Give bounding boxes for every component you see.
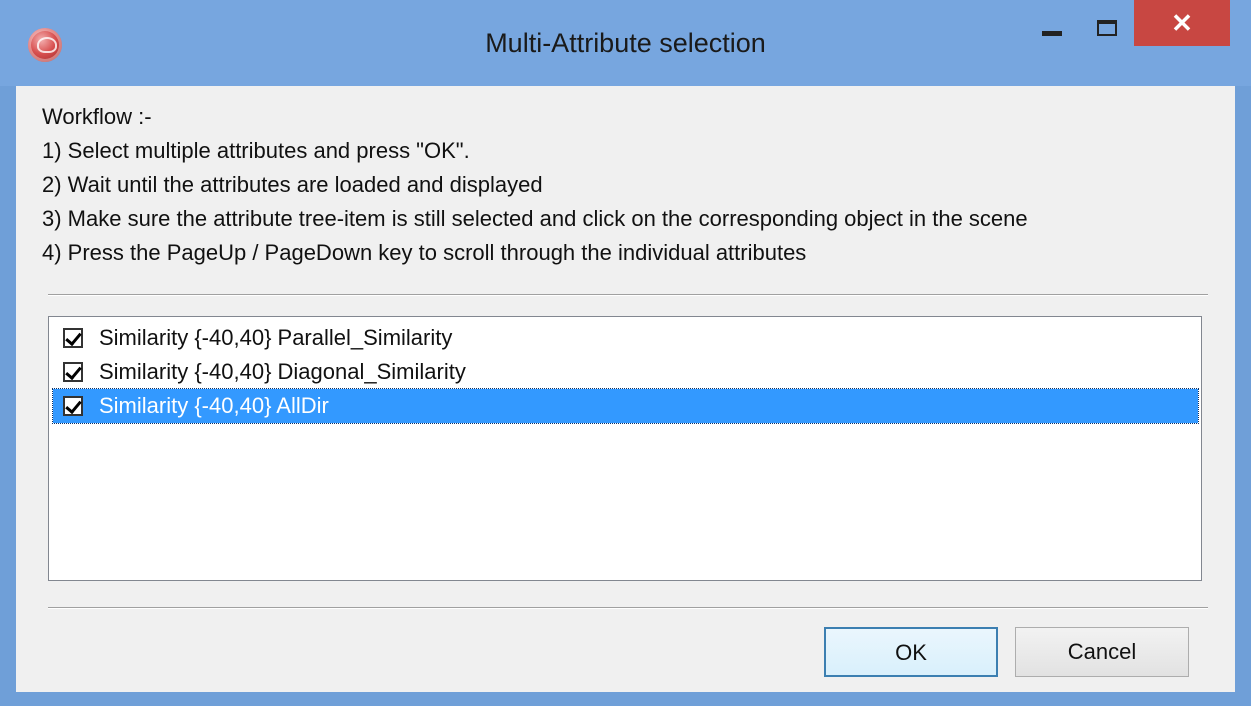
minimize-icon: [1042, 30, 1062, 36]
checkmark-icon[interactable]: [63, 396, 83, 416]
list-item-selected[interactable]: Similarity {-40,40} AllDir: [52, 388, 1199, 424]
workflow-step-4: 4) Press the PageUp / PageDown key to sc…: [42, 240, 807, 265]
workflow-heading: Workflow :-: [42, 104, 152, 129]
workflow-step-3: 3) Make sure the attribute tree-item is …: [42, 206, 1028, 231]
attribute-list[interactable]: Similarity {-40,40} Parallel_Similarity …: [48, 316, 1202, 581]
list-item[interactable]: Similarity {-40,40} Diagonal_Similarity: [53, 355, 1198, 389]
checkmark-icon[interactable]: [63, 362, 83, 382]
close-button[interactable]: ✕: [1134, 0, 1230, 46]
dialog-body: Workflow :- 1) Select multiple attribute…: [16, 86, 1235, 692]
list-item[interactable]: Similarity {-40,40} Parallel_Similarity: [53, 321, 1198, 355]
workflow-step-1: 1) Select multiple attributes and press …: [42, 138, 470, 163]
close-icon: ✕: [1171, 7, 1193, 38]
attribute-label: Similarity {-40,40} Diagonal_Similarity: [99, 359, 466, 384]
dialog-window: Multi-Attribute selection ✕ Workflow :- …: [0, 0, 1251, 706]
maximize-icon: [1097, 20, 1117, 36]
checkmark-icon[interactable]: [63, 328, 83, 348]
bottom-divider: [48, 607, 1208, 609]
workflow-step-2: 2) Wait until the attributes are loaded …: [42, 172, 543, 197]
minimize-button[interactable]: [1022, 0, 1082, 56]
title-bar[interactable]: Multi-Attribute selection ✕: [0, 0, 1251, 86]
maximize-button[interactable]: [1078, 0, 1136, 56]
top-divider: [48, 294, 1208, 296]
ok-button[interactable]: OK: [824, 627, 998, 677]
workflow-instructions: Workflow :- 1) Select multiple attribute…: [42, 100, 1222, 270]
attribute-label: Similarity {-40,40} Parallel_Similarity: [99, 325, 453, 350]
attribute-label: Similarity {-40,40} AllDir: [99, 393, 333, 419]
cancel-button[interactable]: Cancel: [1015, 627, 1189, 677]
